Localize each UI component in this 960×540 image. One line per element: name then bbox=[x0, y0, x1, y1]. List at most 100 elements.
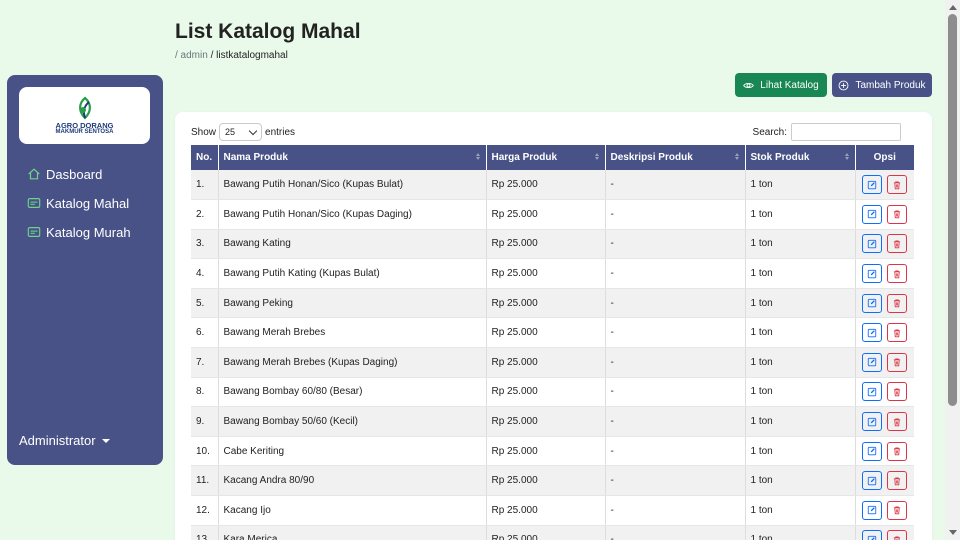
cell-no: 9. bbox=[191, 406, 219, 437]
edit-icon bbox=[868, 387, 877, 397]
entries-label: entries bbox=[265, 126, 296, 138]
cell-deskripsi-produk: - bbox=[605, 258, 746, 289]
header-harga-produk[interactable]: Harga Produk bbox=[486, 145, 606, 170]
sidebar-item-dasboard[interactable]: Dasboard bbox=[27, 163, 102, 185]
delete-button[interactable] bbox=[887, 500, 908, 520]
cell-no: 5. bbox=[191, 288, 219, 319]
header-deskripsi-produk[interactable]: Deskripsi Produk bbox=[605, 145, 746, 170]
cell-no: 3. bbox=[191, 229, 219, 260]
edit-icon bbox=[868, 358, 877, 367]
delete-button[interactable] bbox=[887, 293, 908, 313]
header-stok-produk[interactable]: Stok Produk bbox=[745, 145, 856, 170]
cell-nama-produk: Bawang Merah Brebes (Kupas Daging) bbox=[218, 347, 487, 378]
cell-opsi bbox=[855, 229, 914, 260]
edit-icon bbox=[868, 269, 877, 278]
cell-nama-produk: Kara Merica bbox=[218, 525, 487, 540]
view-catalog-button[interactable]: Lihat Katalog bbox=[735, 73, 827, 97]
cell-harga-produk: Rp 25.000 bbox=[486, 347, 606, 378]
user-dropdown[interactable]: Administrator bbox=[19, 433, 110, 448]
trash-icon bbox=[894, 180, 901, 189]
cell-harga-produk: Rp 25.000 bbox=[486, 317, 606, 349]
delete-button[interactable] bbox=[887, 382, 908, 402]
table-row: 13. Kara Merica Rp 25.000-1 ton bbox=[191, 525, 914, 540]
scroll-thumb[interactable] bbox=[948, 14, 957, 406]
delete-button[interactable] bbox=[887, 412, 908, 432]
trash-icon bbox=[894, 270, 901, 278]
header-nama-produk[interactable]: Nama Produk bbox=[218, 145, 487, 170]
table-row: 11. Kacang Andra 80/90 Rp 25.000-1 ton bbox=[191, 465, 914, 497]
delete-button[interactable] bbox=[887, 175, 908, 195]
delete-button[interactable] bbox=[887, 441, 908, 461]
scroll-up-arrow-icon[interactable] bbox=[949, 5, 957, 10]
scroll-down-arrow-icon[interactable] bbox=[949, 530, 957, 535]
breadcrumb-admin[interactable]: / admin bbox=[175, 50, 208, 61]
trash-icon bbox=[894, 536, 901, 540]
logo[interactable]: AGRO DORANG MAKMUR SENTOSA bbox=[19, 87, 150, 144]
cell-no: 10. bbox=[191, 436, 219, 467]
trash-icon bbox=[894, 299, 901, 308]
cell-no: 13. bbox=[191, 525, 219, 540]
cell-nama-produk: Kacang Ijo bbox=[218, 495, 487, 526]
header-opsi: Opsi bbox=[855, 145, 914, 170]
add-product-button[interactable]: Tambah Produk bbox=[832, 73, 932, 97]
delete-button[interactable] bbox=[887, 264, 908, 284]
cell-no: 6. bbox=[191, 317, 219, 349]
table-body: 1. Bawang Putih Honan/Sico (Kupas Bulat) R… bbox=[191, 170, 914, 540]
cell-stok-produk: 1 ton bbox=[745, 347, 856, 378]
delete-button[interactable] bbox=[887, 204, 908, 224]
cell-stok-produk: 1 ton bbox=[745, 436, 856, 467]
cell-stok-produk: 1 ton bbox=[745, 465, 856, 497]
sidebar-item-label: Katalog Murah bbox=[46, 224, 131, 240]
page-scrollbar[interactable] bbox=[945, 0, 960, 540]
delete-button[interactable] bbox=[887, 471, 908, 491]
cell-stok-produk: 1 ton bbox=[745, 170, 856, 201]
edit-icon bbox=[868, 476, 877, 485]
delete-button[interactable] bbox=[887, 323, 908, 343]
edit-button[interactable] bbox=[862, 204, 883, 224]
cell-deskripsi-produk: - bbox=[605, 495, 746, 526]
cell-opsi bbox=[855, 170, 914, 201]
edit-button[interactable] bbox=[862, 530, 883, 540]
delete-button[interactable] bbox=[887, 234, 908, 254]
edit-button[interactable] bbox=[862, 175, 883, 195]
cell-stok-produk: 1 ton bbox=[745, 317, 856, 349]
cell-opsi bbox=[855, 465, 914, 497]
delete-button[interactable] bbox=[887, 352, 908, 372]
table-row: 10. Cabe Keriting Rp 25.000-1 ton bbox=[191, 436, 914, 467]
sidebar-item-katalog-mahal[interactable]: Katalog Mahal bbox=[27, 192, 129, 214]
trash-icon bbox=[894, 210, 901, 219]
edit-icon bbox=[868, 446, 877, 456]
edit-button[interactable] bbox=[862, 441, 883, 461]
edit-button[interactable] bbox=[862, 500, 883, 520]
cell-harga-produk: Rp 25.000 bbox=[486, 406, 606, 437]
logo-leaf-icon bbox=[78, 96, 91, 120]
entries-select[interactable]: 25 bbox=[219, 123, 263, 141]
sidebar-item-katalog-murah[interactable]: Katalog Murah bbox=[27, 221, 131, 243]
table-row: 6. Bawang Merah Brebes Rp 25.000-1 ton bbox=[191, 317, 914, 349]
trash-icon bbox=[894, 506, 901, 515]
edit-button[interactable] bbox=[862, 264, 883, 284]
search-input[interactable] bbox=[791, 123, 901, 141]
edit-button[interactable] bbox=[862, 471, 883, 491]
cell-nama-produk: Bawang Merah Brebes bbox=[218, 317, 487, 349]
edit-icon bbox=[868, 210, 877, 219]
cell-stok-produk: 1 ton bbox=[745, 229, 856, 260]
cell-harga-produk: Rp 25.000 bbox=[486, 288, 606, 319]
page-title: List Katalog Mahal bbox=[175, 20, 361, 43]
edit-button[interactable] bbox=[862, 412, 883, 432]
edit-button[interactable] bbox=[862, 352, 883, 372]
cell-nama-produk: Bawang Putih Kating (Kupas Bulat) bbox=[218, 258, 487, 289]
cell-nama-produk: Bawang Peking bbox=[218, 288, 487, 319]
cell-stok-produk: 1 ton bbox=[745, 406, 856, 437]
delete-button[interactable] bbox=[887, 530, 908, 540]
edit-button[interactable] bbox=[862, 323, 883, 343]
cell-harga-produk: Rp 25.000 bbox=[486, 229, 606, 260]
header-no[interactable]: No. bbox=[191, 145, 219, 170]
edit-button[interactable] bbox=[862, 234, 883, 254]
edit-button[interactable] bbox=[862, 293, 883, 313]
cell-no: 2. bbox=[191, 199, 219, 230]
edit-button[interactable] bbox=[862, 382, 883, 402]
cell-opsi bbox=[855, 199, 914, 230]
cell-harga-produk: Rp 25.000 bbox=[486, 525, 606, 540]
view-catalog-label: Lihat Katalog bbox=[760, 79, 819, 91]
